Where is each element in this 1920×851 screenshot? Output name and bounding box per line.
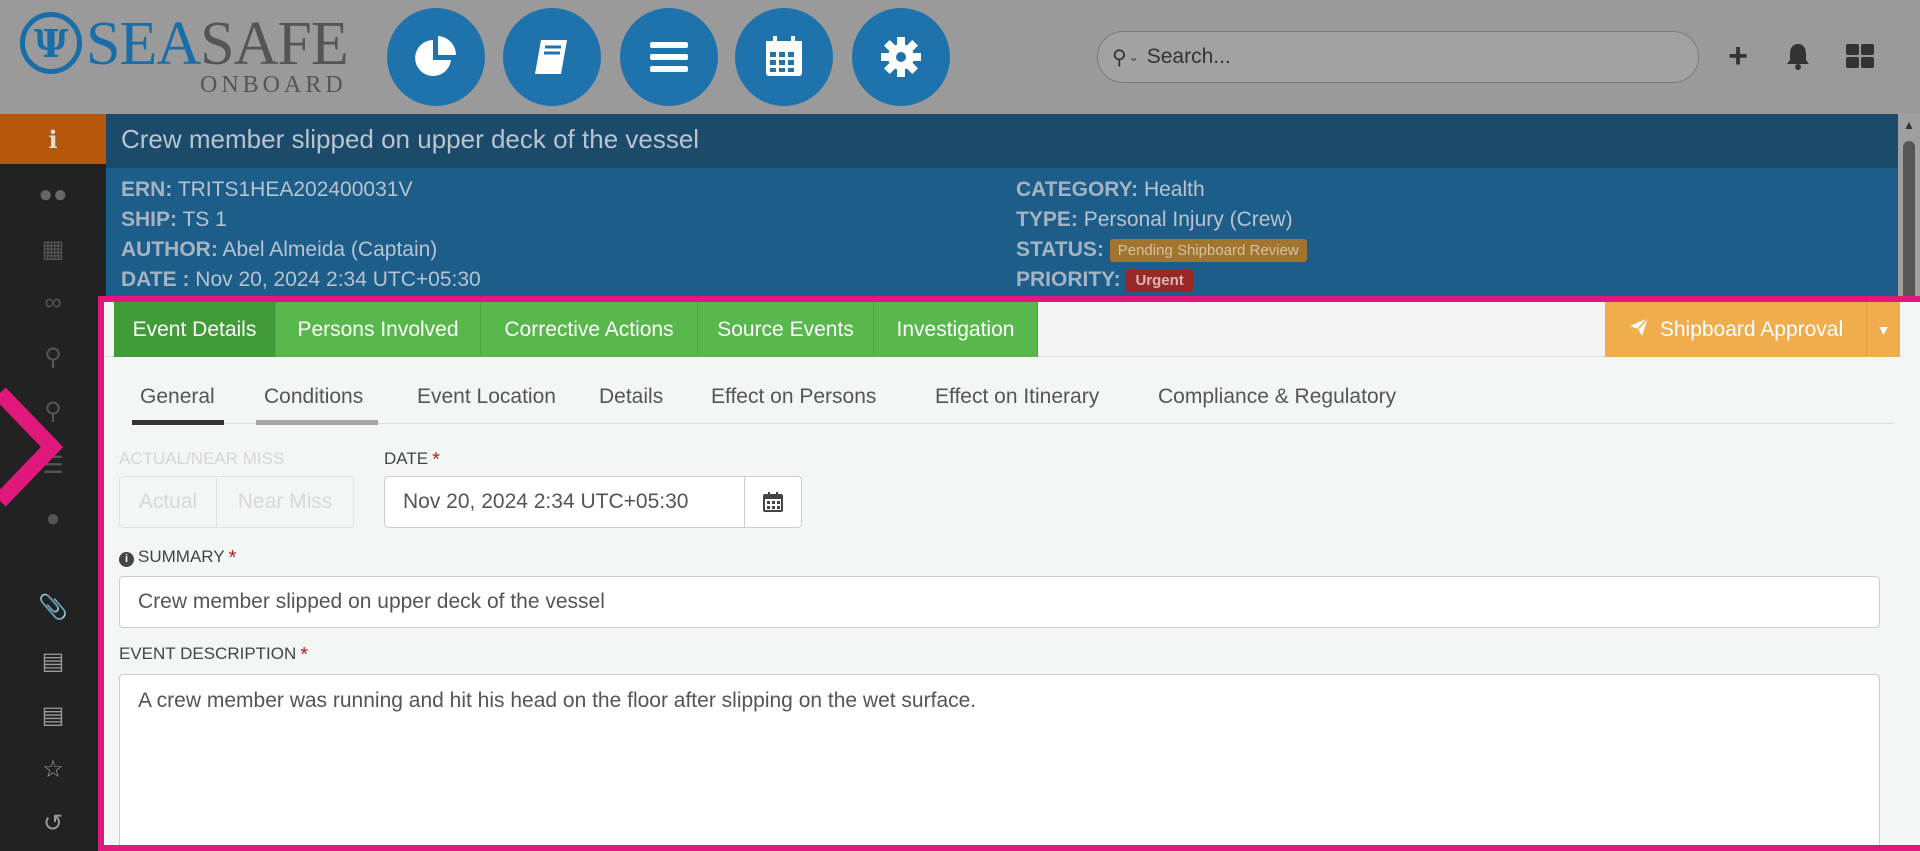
menu-nav-button[interactable] — [620, 8, 718, 106]
calendar-picker-button[interactable] — [745, 477, 801, 527]
required-asterisk: * — [432, 449, 440, 471]
event-description-textarea[interactable]: A crew member was running and hit his he… — [119, 674, 1880, 845]
author-value: Abel Almeida (Captain) — [222, 238, 438, 261]
subtab-general-underline — [132, 420, 224, 425]
sidebar-item-document[interactable]: ▤ — [0, 690, 106, 740]
author-row: AUTHOR: Abel Almeida (Captain) — [121, 238, 438, 261]
search-icon[interactable]: ⚲ — [1112, 45, 1127, 70]
menu-icon — [650, 42, 688, 72]
history-icon: ↺ — [42, 809, 64, 837]
tab-corrective-actions[interactable]: Corrective Actions — [481, 302, 698, 357]
priority-row: PRIORITY: Urgent — [1016, 268, 1193, 292]
subtab-conditions[interactable]: Conditions — [264, 385, 363, 409]
actual-near-miss-toggle[interactable]: Actual Near Miss — [119, 476, 354, 528]
date-value: Nov 20, 2024 2:34 UTC+05:30 — [195, 268, 481, 291]
sidebar-item-favorites[interactable]: ☆ — [0, 744, 106, 794]
summary-label: i SUMMARY * — [119, 547, 236, 570]
summary-input[interactable]: Crew member slipped on upper deck of the… — [119, 576, 1880, 628]
sidebar-item-search[interactable]: ⚲ — [0, 332, 106, 382]
shipboard-approval-label: Shipboard Approval — [1659, 317, 1844, 341]
subtab-bar: General Conditions Event Location Detail… — [132, 357, 1894, 425]
chevron-down-icon[interactable]: ⌄ — [1129, 50, 1139, 64]
calendar-icon — [763, 492, 783, 512]
near-miss-option[interactable]: Near Miss — [217, 477, 353, 527]
pie-chart-icon — [415, 36, 457, 76]
event-meta-panel: ERN: TRITS1HEA202400031V SHIP: TS 1 AUTH… — [106, 168, 1898, 298]
plus-icon[interactable]: + — [1720, 37, 1756, 75]
event-title: Crew member slipped on upper deck of the… — [121, 124, 700, 154]
book-icon — [535, 40, 567, 74]
ern-value: TRITS1HEA202400031V — [177, 178, 413, 201]
subtab-effect-on-itinerary[interactable]: Effect on Itinerary — [935, 385, 1099, 409]
date-field[interactable]: Nov 20, 2024 2:34 UTC+05:30 — [384, 476, 802, 528]
seasafe-logo[interactable]: Ψ SEASAFE ONBOARD — [20, 10, 350, 98]
actual-option[interactable]: Actual — [120, 477, 217, 527]
logbook-nav-button[interactable] — [503, 8, 601, 106]
sitemap-icon: ▦ — [41, 235, 65, 263]
event-title-bar: Crew member slipped on upper deck of the… — [106, 114, 1898, 168]
sidebar-item-history[interactable]: ↺ — [0, 798, 106, 848]
event-details-panel: Event Details Persons Involved Correctiv… — [98, 296, 1920, 851]
tab-investigation[interactable]: Investigation — [874, 302, 1038, 357]
subtab-compliance-regulatory[interactable]: Compliance & Regulatory — [1158, 385, 1396, 409]
date-label: DATE * — [384, 449, 440, 471]
subtab-event-location[interactable]: Event Location — [417, 385, 556, 409]
grid-icon[interactable] — [1842, 38, 1878, 74]
paperclip-icon: 📎 — [38, 593, 68, 621]
tab-persons-involved[interactable]: Persons Involved — [276, 302, 481, 357]
ern-row: ERN: TRITS1HEA202400031V — [121, 178, 413, 201]
type-value: Personal Injury (Crew) — [1083, 208, 1293, 231]
search-input[interactable] — [1146, 45, 1647, 69]
gear-icon — [881, 37, 921, 77]
sidebar-item-link[interactable]: ∞ — [0, 278, 106, 328]
category-value: Health — [1143, 178, 1205, 201]
scroll-up-arrow-icon[interactable]: ▲ — [1898, 118, 1920, 132]
highlight-arrow-icon — [0, 387, 64, 507]
approval-dropdown-caret-icon[interactable]: ▼ — [1867, 302, 1900, 357]
ship-row: SHIP: TS 1 — [121, 208, 227, 231]
subtab-conditions-underline — [256, 420, 378, 425]
date-input-value[interactable]: Nov 20, 2024 2:34 UTC+05:30 — [385, 477, 745, 527]
calendar-nav-button[interactable] — [735, 8, 833, 106]
sidebar-item-attachments[interactable]: 📎 — [0, 582, 106, 632]
file-text-icon: ▤ — [41, 701, 65, 729]
sidebar-item-info[interactable]: i — [0, 114, 106, 164]
subtab-details[interactable]: Details — [599, 385, 663, 409]
sidebar-item-users[interactable]: ●● — [0, 170, 106, 220]
star-icon: ☆ — [42, 755, 64, 783]
calendar-icon — [766, 36, 802, 76]
category-row: CATEGORY: Health — [1016, 178, 1205, 201]
trident-logo-icon: Ψ — [20, 12, 82, 74]
type-row: TYPE: Personal Injury (Crew) — [1016, 208, 1293, 231]
date-row: DATE : Nov 20, 2024 2:34 UTC+05:30 — [121, 268, 481, 291]
settings-nav-button[interactable] — [852, 8, 950, 106]
actual-near-miss-label: ACTUAL/NEAR MISS — [119, 449, 285, 468]
logo-subtitle: ONBOARD — [200, 72, 347, 98]
server-icon: ▤ — [41, 647, 65, 675]
search-box[interactable]: ⚲ ⌄ — [1097, 31, 1699, 83]
paper-plane-icon — [1628, 316, 1650, 344]
logo-wordmark: SEASAFE — [86, 10, 349, 78]
shipboard-approval-button[interactable]: Shipboard Approval — [1605, 302, 1867, 357]
subtab-general[interactable]: General — [140, 385, 215, 409]
sidebar-item-sitemap[interactable]: ▦ — [0, 224, 106, 274]
status-row: STATUS: Pending Shipboard Review — [1016, 238, 1307, 262]
users-icon: ●● — [38, 181, 68, 208]
ship-value: TS 1 — [182, 208, 227, 231]
main-tabbar: Event Details Persons Involved Correctiv… — [104, 302, 1900, 357]
sidebar-item-server[interactable]: ▤ — [0, 636, 106, 686]
info-icon: i — [48, 124, 58, 154]
subtab-effect-on-persons[interactable]: Effect on Persons — [711, 385, 876, 409]
priority-badge: Urgent — [1126, 268, 1193, 292]
top-bar: Ψ SEASAFE ONBOARD ⚲ ⌄ Search... + — [0, 0, 1920, 114]
tab-source-events[interactable]: Source Events — [698, 302, 874, 357]
search-icon: ⚲ — [44, 343, 62, 371]
link-icon: ∞ — [44, 289, 62, 316]
status-badge: Pending Shipboard Review — [1109, 238, 1307, 262]
info-circle-icon[interactable]: i — [119, 552, 134, 567]
event-description-label: EVENT DESCRIPTION * — [119, 644, 309, 666]
tab-event-details[interactable]: Event Details — [114, 302, 276, 357]
bell-icon[interactable] — [1780, 38, 1816, 74]
dashboard-nav-button[interactable] — [387, 8, 485, 106]
